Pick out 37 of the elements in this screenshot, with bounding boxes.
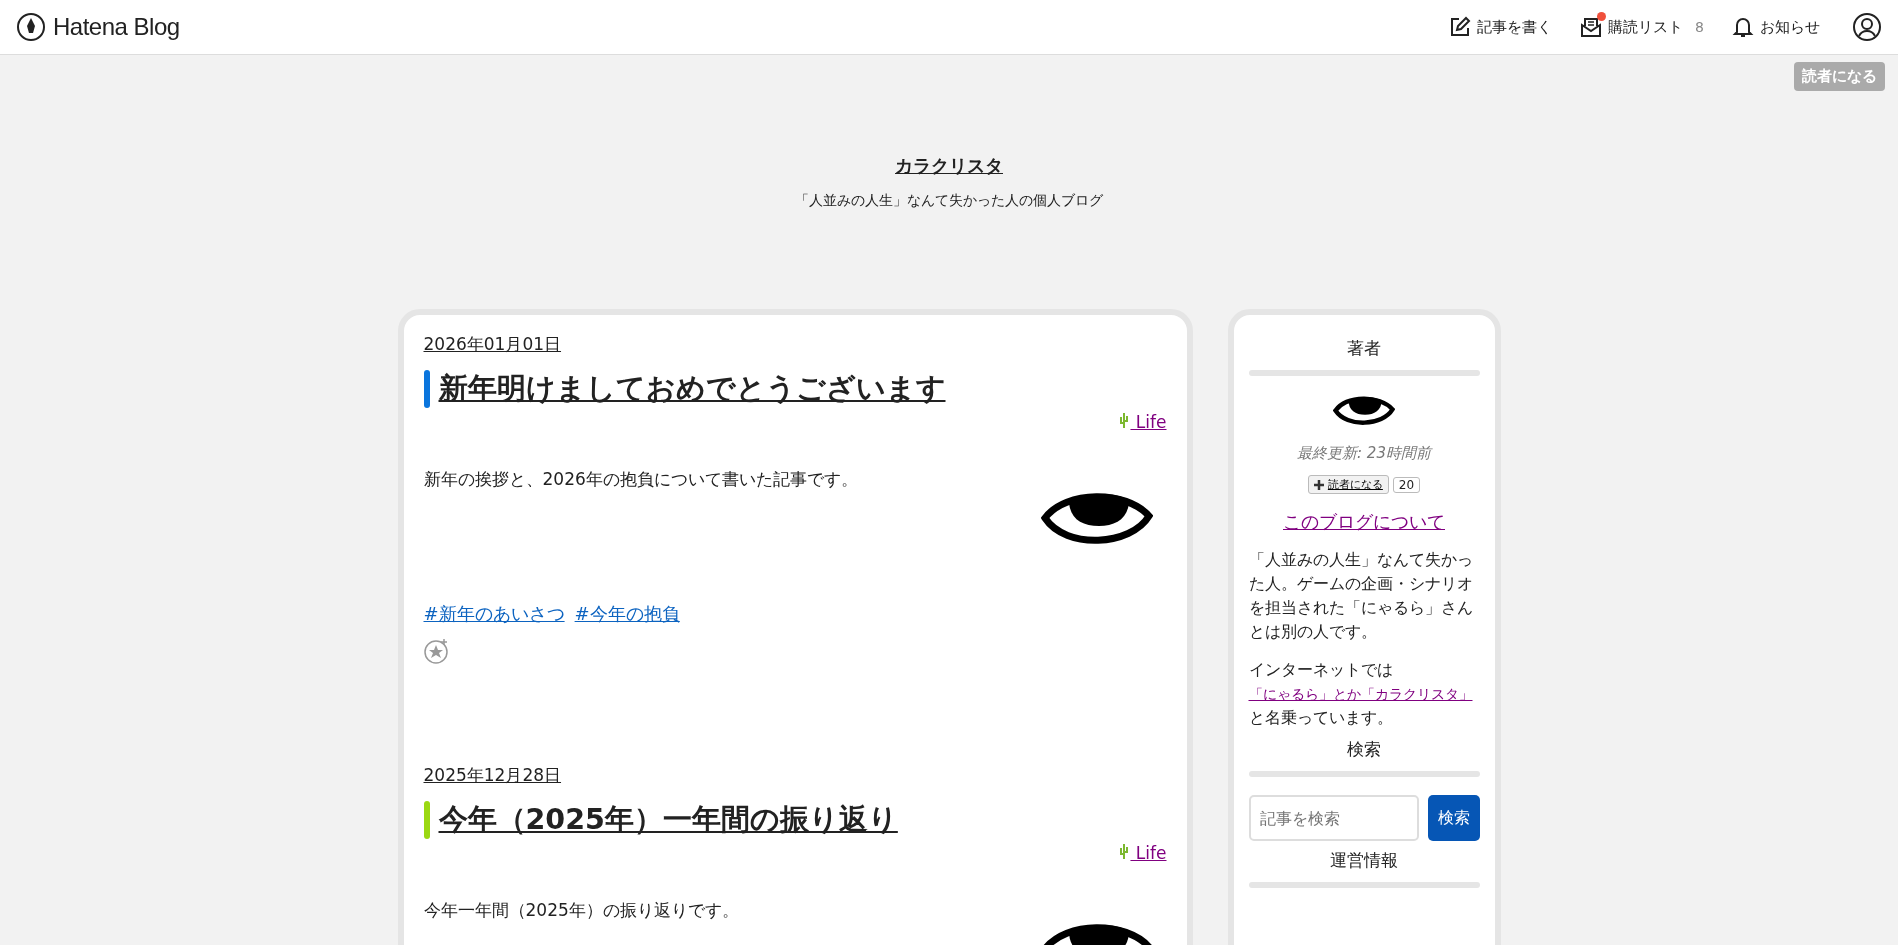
subscribe-button[interactable]: 読者になる [1307, 475, 1389, 494]
about-link[interactable]: このブログについて [1283, 510, 1445, 534]
edit-icon [1449, 16, 1472, 38]
entry-date[interactable]: 2025年12月28日 [423, 764, 562, 787]
entry-title[interactable]: 今年（2025年）一年間の振り返り [438, 801, 898, 839]
logo[interactable]: Hatena Blog [16, 12, 180, 42]
category-link[interactable]: Life [1118, 843, 1167, 863]
search-field[interactable]: 記事を検索 [1248, 795, 1419, 841]
bell-icon [1732, 16, 1754, 38]
mail-icon [1580, 16, 1603, 38]
entry-date[interactable]: 2026年01月01日 [423, 333, 562, 356]
last-updated: 最終更新: 23時間前 [1296, 444, 1434, 463]
search-button[interactable]: 検索 [1427, 795, 1480, 841]
user-icon[interactable] [1852, 12, 1882, 42]
section-heading: 運営情報 [1329, 849, 1399, 872]
section-heading: 検索 [1346, 738, 1382, 761]
subscriber-count: 20 [1392, 476, 1421, 493]
nav-link[interactable]: 購読リスト 8 [1580, 16, 1704, 38]
cactus-icon [1118, 843, 1131, 859]
entry-summary: 新年の挨拶と、2026年の抱負について書いた記事です。 [423, 468, 858, 491]
tag-link[interactable]: #新年のあいさつ [423, 602, 565, 626]
author-description: インターネットでは 「にゃるら」とか「カラクリスタ」 と名乗っています。 [1248, 660, 1474, 729]
blog-title[interactable]: カラクリスタ [895, 155, 1003, 176]
name-link[interactable]: 「にゃるら」とか「カラクリスタ」 [1248, 686, 1473, 702]
entry-summary: 今年一年間（2025年）の振り返りです。 [423, 899, 739, 922]
category-link[interactable]: Life [1118, 412, 1167, 432]
entry-title[interactable]: 新年明けましておめでとうございます [438, 370, 946, 408]
author-description: 「人並みの人生」なんて失かった人。ゲームの企画・シナリオを担当された「にゃるら」さんとは別の人です。 [1248, 550, 1474, 643]
blog-description: 「人並みの人生」なんて失かった人の個人ブログ [794, 192, 1104, 210]
plus-icon [1313, 479, 1324, 490]
cactus-icon [1118, 412, 1131, 428]
pen-nib-icon [16, 12, 46, 42]
nav-link[interactable]: お知らせ [1732, 16, 1820, 38]
section-heading: 著者 [1346, 337, 1382, 360]
nav-link[interactable]: 記事を書く [1449, 16, 1553, 38]
tag-link[interactable]: #今年の抱負 [574, 602, 680, 626]
eye-drawing [1333, 394, 1395, 428]
